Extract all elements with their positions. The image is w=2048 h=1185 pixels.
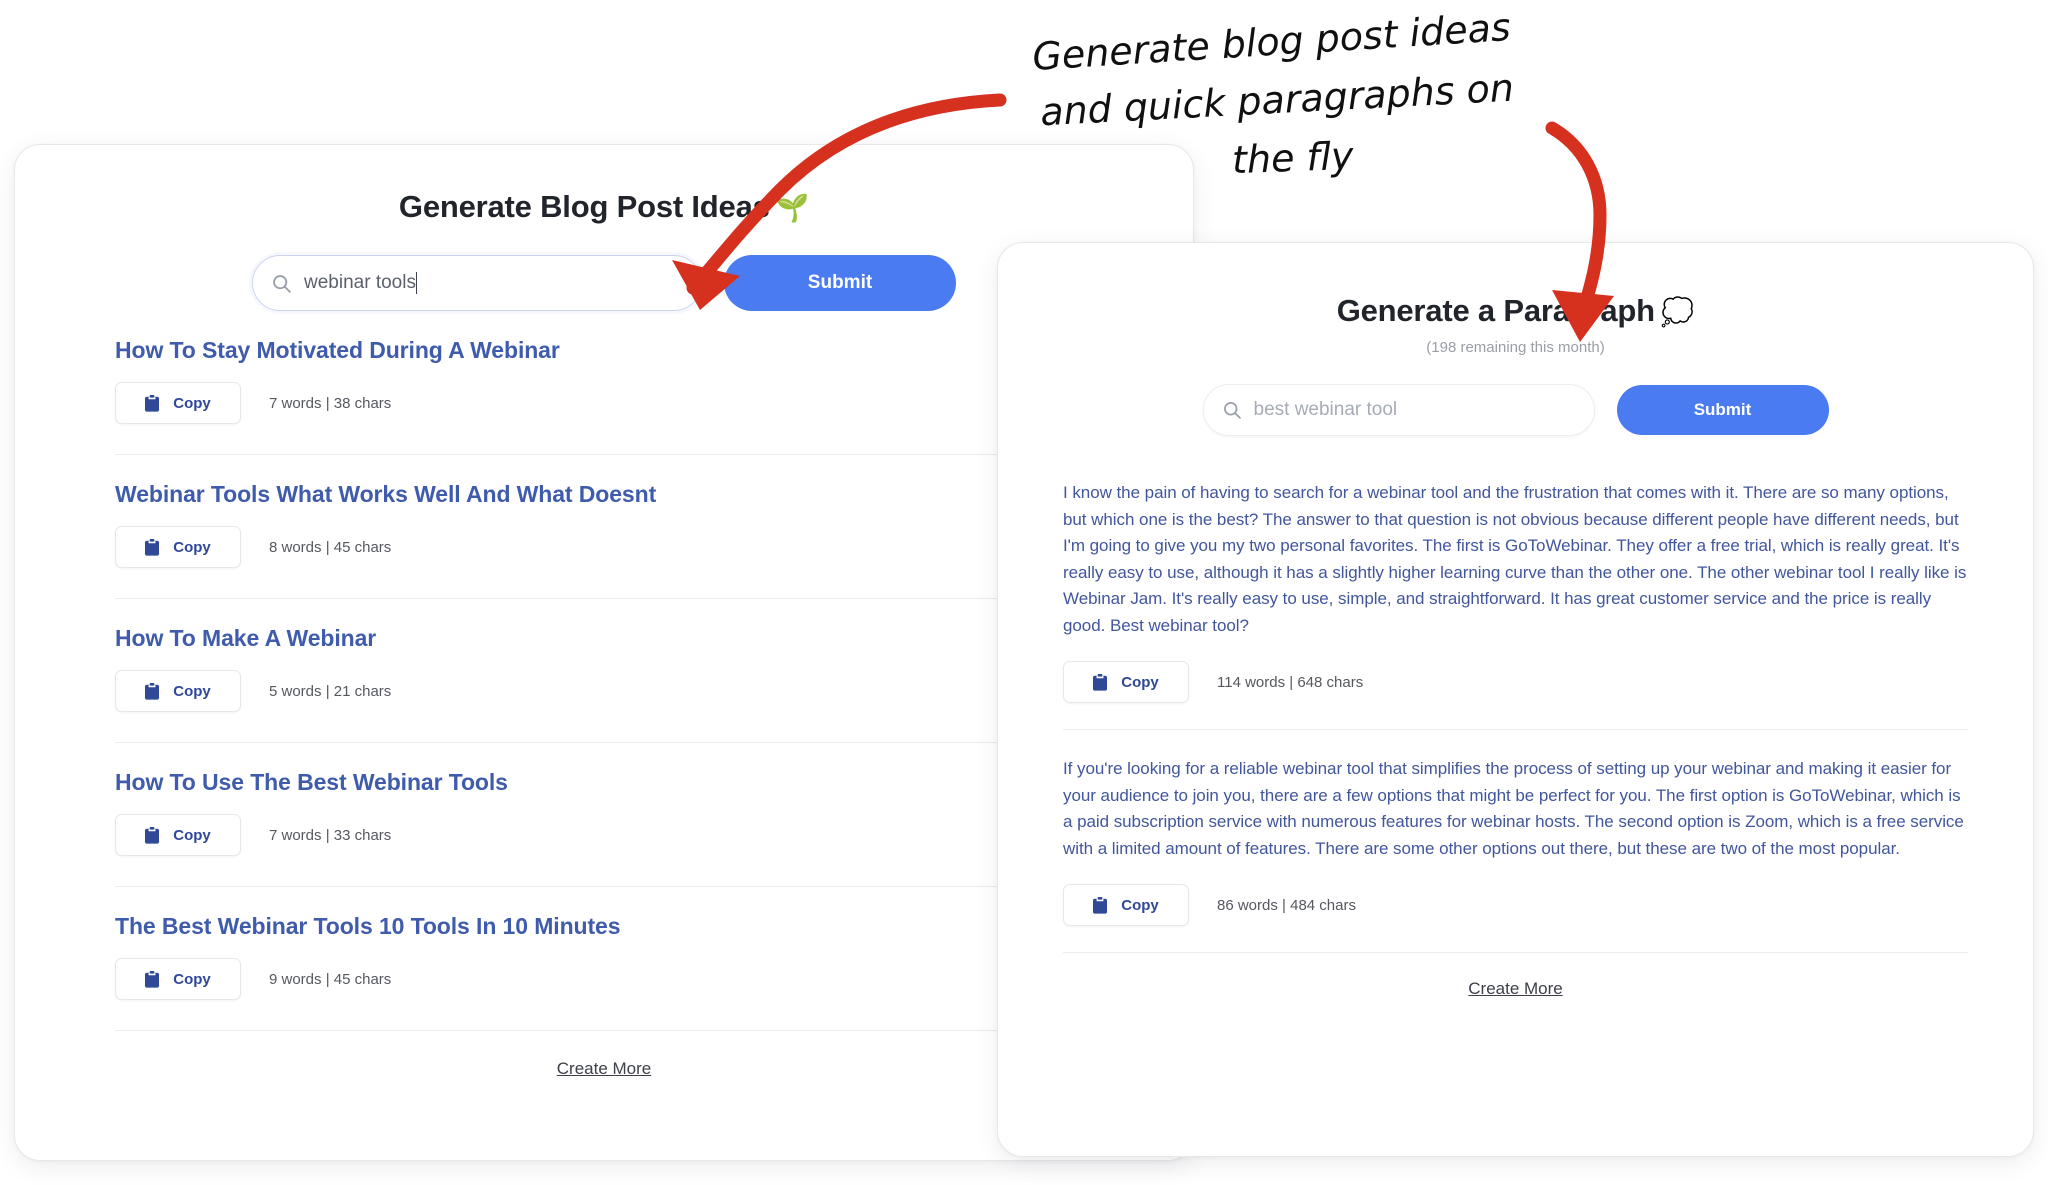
page-title: Generate Blog Post Ideas 🌱 (115, 189, 1093, 225)
create-more-link[interactable]: Create More (557, 1059, 651, 1078)
copy-button-label: Copy (173, 826, 211, 844)
paragraph-page-title-text: Generate a Paragraph (1336, 293, 1655, 328)
paragraph-text: If you're looking for a reliable webinar… (1063, 759, 1964, 858)
annotation-line-3: the fly (1231, 133, 1355, 183)
copy-button[interactable]: Copy (115, 382, 241, 424)
blog-idea-meta-row: Copy 9 words | 45 chars (115, 958, 1093, 1000)
search-input-value: webinar tools (304, 272, 416, 293)
text-cursor (415, 272, 418, 294)
paragraph-page-title: Generate a Paragraph 💭 (1063, 293, 1968, 329)
clipboard-icon (145, 826, 160, 844)
paragraph-row: If you're looking for a reliable webinar… (1063, 756, 1968, 954)
clipboard-icon (145, 394, 160, 412)
blog-idea-meta-row: Copy 8 words | 45 chars (115, 526, 1093, 568)
blog-idea-row: How To Make A Webinar Copy 5 words | 21 ch… (115, 599, 1093, 743)
annotation-line-1: Generate blog post ideas (1031, 5, 1512, 79)
copy-button[interactable]: Copy (115, 526, 241, 568)
blog-idea-row: How To Use The Best Webinar Tools Copy 7 w… (115, 743, 1093, 887)
blog-idea-title[interactable]: How To Make A Webinar (115, 625, 1093, 652)
seedling-icon: 🌱 (775, 193, 810, 223)
copy-button-label: Copy (173, 538, 211, 556)
clipboard-icon (145, 970, 160, 988)
search-icon (1222, 400, 1242, 420)
clipboard-icon (1093, 896, 1108, 914)
right-create-more-wrap: Create More (1063, 979, 1968, 999)
word-char-count: 86 words | 484 chars (1217, 896, 1356, 914)
paragraph-search-field[interactable] (1253, 399, 1576, 421)
copy-button-label: Copy (173, 394, 211, 412)
clipboard-icon (1093, 673, 1108, 691)
paragraph-row: I know the pain of having to search for … (1063, 480, 1968, 731)
blog-idea-title[interactable]: How To Use The Best Webinar Tools (115, 769, 1093, 796)
copy-button-label: Copy (173, 970, 211, 988)
copy-button[interactable]: Copy (115, 958, 241, 1000)
word-char-count: 9 words | 45 chars (269, 970, 392, 988)
left-create-more-wrap: Create More (115, 1059, 1093, 1079)
blog-idea-row: Webinar Tools What Works Well And What D… (115, 455, 1093, 599)
copy-button-label: Copy (1121, 673, 1159, 691)
blog-idea-title[interactable]: The Best Webinar Tools 10 Tools In 10 Mi… (115, 913, 1093, 940)
copy-button[interactable]: Copy (1063, 661, 1189, 704)
search-input[interactable]: webinar tools (252, 255, 702, 311)
left-search-row: webinar tools Submit (115, 255, 1093, 311)
page-title-text: Generate Blog Post Ideas (398, 189, 770, 224)
paragraph-result-list: I know the pain of having to search for … (1063, 480, 1968, 954)
blog-idea-meta-row: Copy 7 words | 33 chars (115, 814, 1093, 856)
copy-button-label: Copy (1121, 896, 1159, 914)
word-char-count: 5 words | 21 chars (269, 682, 392, 700)
blog-idea-meta-row: Copy 5 words | 21 chars (115, 670, 1093, 712)
blog-idea-title[interactable]: Webinar Tools What Works Well And What D… (115, 481, 1093, 508)
word-char-count: 7 words | 38 chars (269, 394, 392, 412)
clipboard-icon (145, 682, 160, 700)
clipboard-icon (145, 538, 160, 556)
paragraph-meta-row: Copy 86 words | 484 chars (1063, 884, 1968, 927)
word-char-count: 7 words | 33 chars (269, 826, 392, 844)
thought-balloon-icon: 💭 (1660, 297, 1695, 327)
blog-idea-meta-row: Copy 7 words | 38 chars (115, 382, 1093, 424)
paragraph-text: I know the pain of having to search for … (1063, 483, 1967, 635)
copy-button[interactable]: Copy (115, 814, 241, 856)
blog-idea-row: The Best Webinar Tools 10 Tools In 10 Mi… (115, 887, 1093, 1031)
copy-button[interactable]: Copy (115, 670, 241, 712)
annotation-line-2: and quick paragraphs on (1039, 65, 1515, 135)
paragraph-submit-button[interactable]: Submit (1616, 385, 1829, 435)
paragraph-meta-row: Copy 114 words | 648 chars (1063, 661, 1968, 704)
copy-button-label: Copy (173, 682, 211, 700)
submit-button[interactable]: Submit (724, 255, 956, 311)
paragraph-create-more-link[interactable]: Create More (1468, 979, 1562, 998)
copy-button[interactable]: Copy (1063, 884, 1189, 927)
word-char-count: 114 words | 648 chars (1217, 673, 1364, 691)
remaining-credits-label: (198 remaining this month) (1426, 339, 1605, 356)
blog-idea-title[interactable]: How To Stay Motivated During A Webinar (115, 337, 1093, 364)
blog-idea-row: How To Stay Motivated During A Webinar Co… (115, 311, 1093, 455)
paragraph-search-input[interactable] (1202, 384, 1595, 436)
blog-idea-list: How To Stay Motivated During A Webinar Co… (115, 311, 1093, 1031)
search-icon (271, 273, 292, 294)
word-char-count: 8 words | 45 chars (269, 538, 392, 556)
right-search-row: Submit (1063, 384, 1968, 436)
generate-paragraph-panel: Generate a Paragraph 💭 (198 remaining thi… (997, 242, 2034, 1157)
